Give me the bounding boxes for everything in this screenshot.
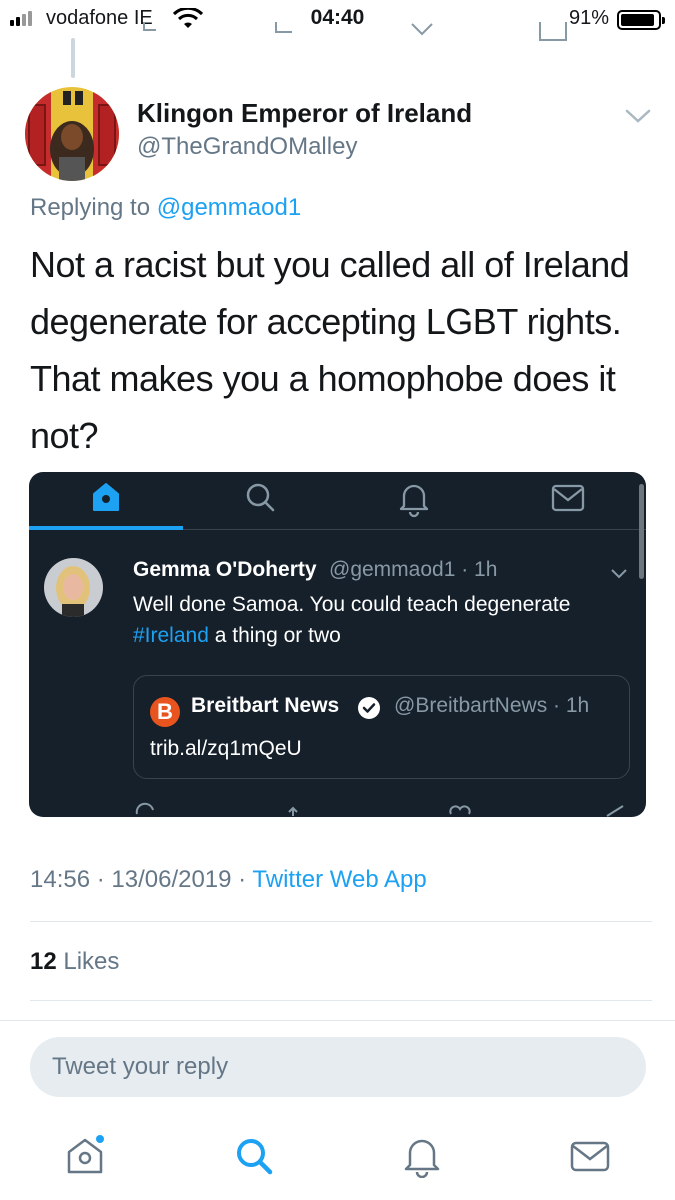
quoted-tweet-card: B Breitbart News @BreitbartNews · 1h tri… xyxy=(133,675,630,779)
author-name[interactable]: Klingon Emperor of Ireland xyxy=(137,98,472,129)
avatar[interactable] xyxy=(25,87,119,181)
embedded-text-after: a thing or two xyxy=(214,624,341,647)
quoted-author-meta: @BreitbartNews · 1h xyxy=(394,694,590,717)
avatar xyxy=(44,558,103,617)
hashtag: #Ireland xyxy=(133,624,209,647)
quoted-author-name: Breitbart News xyxy=(191,694,340,717)
embedded-image[interactable]: Gemma O'Doherty @gemmaod1 · 1h Well done… xyxy=(29,472,646,817)
bottom-tab-bar xyxy=(0,1110,675,1200)
retweet-icon xyxy=(275,22,292,33)
active-tab-indicator xyxy=(29,526,183,530)
bell-icon[interactable] xyxy=(400,1134,444,1178)
search-icon xyxy=(246,483,275,512)
reply-icon xyxy=(135,802,154,815)
embedded-tab-bar xyxy=(29,472,646,530)
replying-prefix: Replying to xyxy=(30,194,151,221)
reply-icon xyxy=(143,22,156,31)
home-icon xyxy=(93,483,119,511)
tweet-text: Not a racist but you called all of Irela… xyxy=(30,244,630,456)
author-handle[interactable]: @TheGrandOMalley xyxy=(137,133,357,161)
likes-count[interactable]: 12 Likes xyxy=(30,948,119,976)
bell-icon xyxy=(399,484,429,518)
share-icon xyxy=(606,805,624,817)
embedded-tab-home xyxy=(29,472,183,530)
embedded-actions xyxy=(29,802,646,817)
embedded-text-before: Well done Samoa. You could teach degener… xyxy=(133,593,571,616)
scrollbar xyxy=(639,484,644,579)
tweet-timestamp: 14:56 · 13/06/2019 · Twitter Web App xyxy=(30,866,427,894)
embedded-author-name: Gemma O'Doherty xyxy=(133,558,317,581)
chevron-down-icon xyxy=(611,569,627,579)
like-icon xyxy=(449,805,471,815)
mail-icon[interactable] xyxy=(568,1134,612,1178)
previous-tweet-actions xyxy=(0,22,675,42)
quoted-link: trib.al/zq1mQeU xyxy=(150,737,302,760)
embedded-tab-notifications xyxy=(337,472,491,530)
timestamp-text: 14:56 · 13/06/2019 · xyxy=(30,866,247,893)
verified-badge-icon xyxy=(358,697,380,719)
divider xyxy=(0,1020,675,1021)
chevron-down-icon[interactable] xyxy=(625,108,651,124)
likes-number: 12 xyxy=(30,948,57,975)
reply-input[interactable]: Tweet your reply xyxy=(30,1037,646,1097)
breitbart-logo: B xyxy=(150,697,180,727)
replying-to-link[interactable]: @gemmaod1 xyxy=(157,194,301,221)
like-icon xyxy=(411,23,433,36)
search-icon[interactable] xyxy=(232,1134,276,1178)
retweet-icon xyxy=(288,806,298,816)
mail-icon xyxy=(551,484,585,512)
divider xyxy=(30,921,652,922)
reply-placeholder: Tweet your reply xyxy=(52,1053,229,1080)
embedded-tab-search xyxy=(183,472,337,530)
embedded-author-meta: @gemmaod1 · 1h xyxy=(329,558,498,581)
share-icon xyxy=(539,22,567,41)
divider xyxy=(30,1000,652,1001)
replying-to: Replying to @gemmaod1 xyxy=(30,194,301,222)
likes-label: Likes xyxy=(63,948,120,975)
embedded-tab-messages xyxy=(491,472,645,530)
thread-connector xyxy=(71,38,75,78)
embedded-tweet-text: Well done Samoa. You could teach degener… xyxy=(133,589,633,651)
home-icon[interactable] xyxy=(63,1134,107,1178)
source-link[interactable]: Twitter Web App xyxy=(252,866,426,893)
